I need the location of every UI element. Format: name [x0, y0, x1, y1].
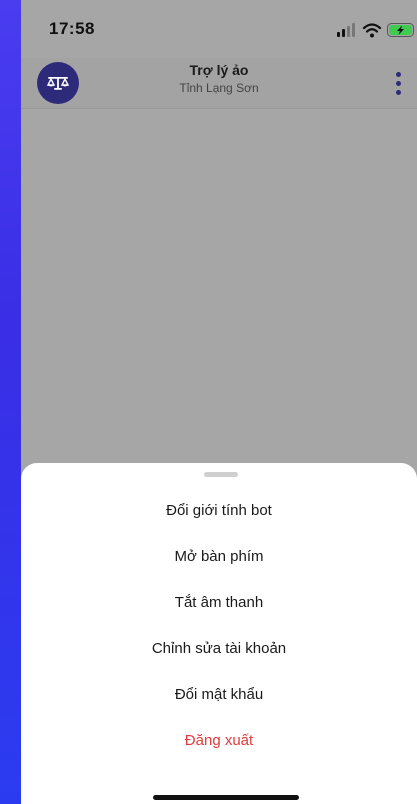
menu-item-logout[interactable]: Đăng xuất	[21, 723, 417, 769]
more-options-button[interactable]	[385, 64, 411, 102]
phone-screen: 17:58 Trợ lý ảo Tỉnh Lạng Sơn Đổi giới t…	[21, 0, 417, 804]
status-time: 17:58	[49, 19, 95, 38]
sheet-drag-handle[interactable]	[204, 472, 238, 477]
status-bar: 17:58	[21, 0, 417, 58]
wifi-icon	[362, 23, 382, 38]
more-vertical-icon	[395, 71, 401, 77]
menu-item-change-password[interactable]: Đổi mật khẩu	[21, 677, 417, 723]
menu-item-change-bot-gender[interactable]: Đổi giới tính bot	[21, 493, 417, 539]
more-vertical-icon	[395, 89, 401, 95]
page-title: Trợ lý ảo	[189, 62, 249, 78]
bottom-sheet-menu: Đổi giới tính bot Mở bàn phím Tắt âm tha…	[21, 463, 417, 804]
menu-item-mute-sound[interactable]: Tắt âm thanh	[21, 585, 417, 631]
signal-icon	[337, 23, 355, 37]
header-text: Trợ lý ảo Tỉnh Lạng Sơn	[21, 61, 417, 96]
menu-item-open-keyboard[interactable]: Mở bàn phím	[21, 539, 417, 585]
menu-item-edit-account[interactable]: Chỉnh sửa tài khoản	[21, 631, 417, 677]
more-vertical-icon	[395, 80, 401, 86]
chat-area-overlay[interactable]	[21, 109, 417, 469]
options-menu: Đổi giới tính bot Mở bàn phím Tắt âm tha…	[21, 493, 417, 769]
page-subtitle: Tỉnh Lạng Sơn	[179, 81, 259, 95]
home-indicator	[153, 795, 299, 800]
status-icons	[337, 22, 417, 38]
battery-charging-icon	[387, 23, 414, 37]
app-header: Trợ lý ảo Tỉnh Lạng Sơn	[21, 58, 417, 109]
